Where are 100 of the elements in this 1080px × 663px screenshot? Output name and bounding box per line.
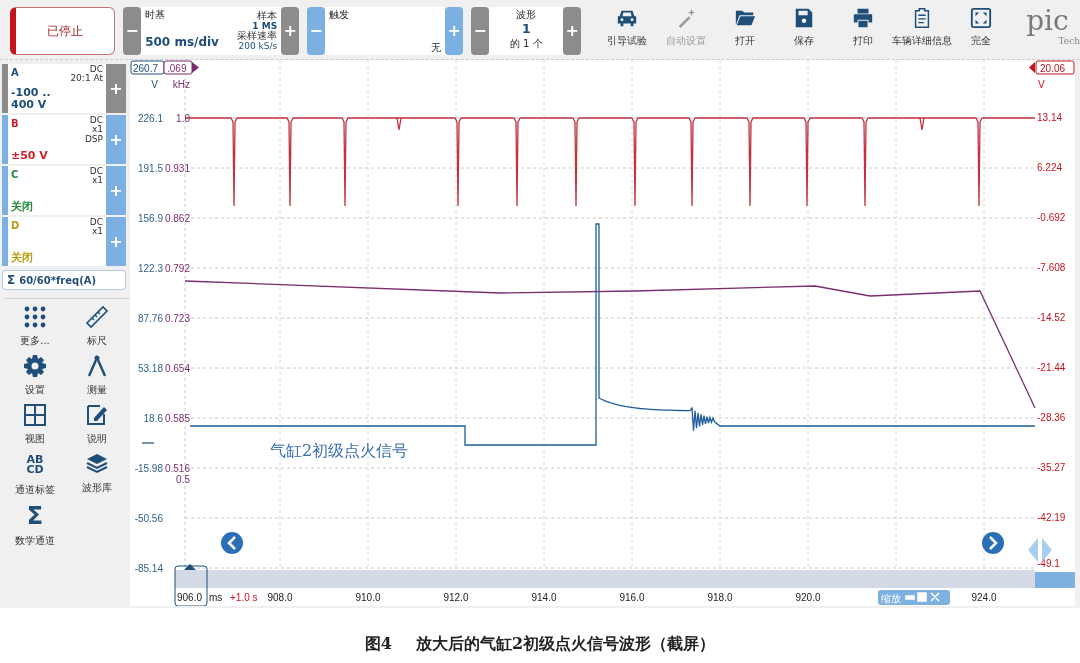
toolbar-button[interactable]: 引导试验 (597, 7, 657, 48)
fullscreen-icon (969, 7, 992, 29)
grid-icon (23, 403, 47, 427)
sample-info-text: 1 MS (252, 21, 278, 31)
axis-tick-label: -50.56 (134, 513, 163, 524)
axis-tick-label: 122.3 (137, 263, 163, 274)
dots-grid-icon (23, 305, 47, 329)
toolbar-button[interactable]: 打开 (715, 7, 775, 48)
channel-decrease-strip[interactable] (2, 64, 8, 113)
axis-tick-label: -85.14 (134, 563, 163, 574)
axis-top-value: .069 (163, 60, 193, 75)
axis-tick-label: -14.52 (1037, 312, 1066, 323)
logo-subtext: Tech (1058, 36, 1080, 48)
math-channel-field[interactable]: Σ 60/60*freq(A) (2, 270, 126, 290)
figure-caption: 放大后的气缸2初级点火信号波形（截屏） (416, 633, 716, 655)
channel-letter: A (11, 66, 20, 80)
waveform-index: 1 (521, 22, 531, 37)
scroll-handle[interactable] (1035, 572, 1075, 588)
axis-tick-label: -49.1 (1037, 558, 1060, 569)
printer-icon (851, 7, 874, 29)
level-marker (141, 442, 155, 444)
channel-setting: DC (89, 167, 103, 176)
ruler-icon (85, 305, 109, 329)
tool-button[interactable]: AB CD 通道标签 (4, 452, 66, 497)
channel-decrease-strip[interactable] (2, 217, 8, 266)
stop-button[interactable]: 已停止 (10, 7, 116, 55)
axis-tick-label: 13.14 (1037, 112, 1063, 123)
axis-tick-label: 87.76 (137, 313, 163, 324)
tool-button[interactable]: 标尺 (66, 305, 128, 348)
time-offset: +1.0 s (230, 592, 258, 603)
channel-range: 关闭 (11, 201, 33, 214)
note-pencil-icon (85, 403, 109, 427)
toolbar-button[interactable]: 保存 (774, 7, 834, 48)
waveform-count: 的 1 个 (509, 37, 543, 52)
trace-annotation: 气缸2初级点火信号 (270, 441, 409, 460)
toolbar-button[interactable]: 打印 (833, 7, 893, 48)
letters-icon: AB CD (26, 452, 44, 478)
channel-letter: C (11, 168, 20, 182)
toolbar-button[interactable]: 完全 (951, 7, 1011, 48)
channel-setting: x1 (91, 227, 103, 237)
axis-tick-label: 0.5 (176, 474, 190, 485)
tool-button[interactable]: 视图 (4, 403, 66, 446)
axis-tick-label: 916.0 (619, 592, 645, 603)
settings-icon (23, 354, 47, 378)
compass-icon (85, 354, 109, 378)
scroll-arrow-button[interactable] (221, 532, 243, 554)
axis-tick-label: -35.27 (1037, 462, 1066, 473)
channel-setting: 20:1 At (70, 74, 103, 84)
tool-button[interactable]: 波形库 (66, 452, 128, 497)
axis-tick-label: 156.9 (137, 213, 163, 224)
sample-info-text: 样本 (257, 11, 278, 22)
axis-tick-label: -28.36 (1037, 412, 1066, 423)
axis-start-value: 906.0 (174, 565, 208, 606)
channel-setting: DSP (84, 134, 103, 145)
axis-tick-label: -7.608 (1037, 262, 1066, 273)
channel-setting: DC (89, 218, 103, 227)
channel-decrease-strip[interactable] (2, 115, 8, 164)
axis-tick-label: 0.654 (164, 363, 190, 374)
axis-tick-label: 6.224 (1037, 162, 1063, 173)
axis-unit: V (151, 79, 158, 90)
axis-unit: kHz (172, 79, 190, 90)
tool-button[interactable]: 设置 (4, 354, 66, 397)
channel-decrease-strip[interactable] (2, 166, 8, 215)
axis-tick-label: -21.44 (1037, 362, 1066, 373)
axis-tick-label: 918.0 (707, 592, 733, 603)
toolbar-button[interactable]: 车辆详细信息 (892, 7, 952, 48)
letters-icon: Σ (26, 503, 44, 529)
tool-button[interactable]: 说明 (66, 403, 128, 446)
channel-setting: DC (89, 116, 103, 125)
axis-tick-label: 908.0 (267, 592, 293, 603)
tool-button[interactable]: 测量 (66, 354, 128, 397)
axis-tick-label: 912.0 (443, 592, 469, 603)
trigger-label: 触发 (329, 8, 350, 22)
axis-unit: ms (209, 592, 223, 603)
axis-tick-label: 1.0 (176, 113, 190, 124)
channel-range: 关闭 (11, 252, 33, 265)
channel-range: 400 V (11, 99, 48, 112)
channel-setting: x1 (91, 125, 103, 135)
axis-tick-label: 924.0 (971, 592, 997, 603)
axis-tick-label: -42.19 (1037, 512, 1066, 523)
waveform-label: 波形 (516, 8, 537, 22)
channel-letter: D (11, 219, 21, 233)
axis-tick-label: -0.692 (1037, 212, 1066, 223)
channel-range: ±50 V (11, 150, 48, 163)
axis-tick-label: 18.6 (143, 413, 163, 424)
sample-info-text: 200 kS/s (238, 41, 278, 51)
stack-icon (85, 452, 109, 476)
sample-info-text: 采样速率 (237, 31, 278, 41)
tool-button[interactable]: Σ 数学通道 (4, 503, 66, 548)
axis-tick-label: 0.585 (164, 413, 190, 424)
axis-tick-label: 0.931 (164, 163, 190, 174)
scroll-arrow-button[interactable] (982, 532, 1004, 554)
axis-tick-label: 0.516 (164, 463, 190, 474)
figure-number: 图4 (364, 633, 392, 655)
axis-tick-label: 920.0 (795, 592, 821, 603)
axis-unit: V (1038, 79, 1045, 90)
axis-tick-label: 53.18 (137, 363, 163, 374)
tool-button[interactable]: 更多... (4, 305, 66, 348)
axis-tick-label: 910.0 (355, 592, 381, 603)
axis-tick-label: 0.723 (164, 313, 190, 324)
